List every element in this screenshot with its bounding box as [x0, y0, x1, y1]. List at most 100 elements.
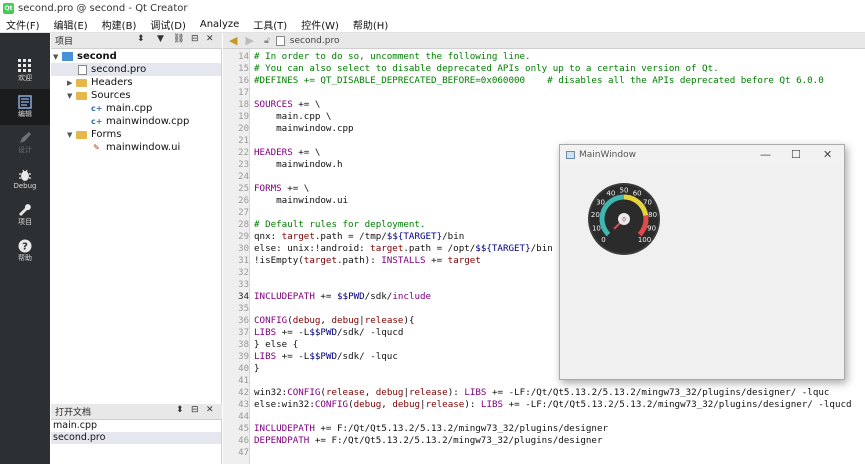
line-number: 19 [238, 112, 249, 122]
tree-item-second[interactable]: ▼ second [53, 50, 117, 63]
menu-edit[interactable]: 编辑(E) [54, 17, 88, 32]
chevron-down-icon[interactable]: ▼ [53, 53, 62, 61]
gauge-tick-label: 10 [592, 224, 601, 232]
line-number: 38 [238, 340, 249, 350]
gauge-tick-label: 20 [591, 211, 600, 219]
split-icon[interactable]: ⊟ [191, 34, 199, 44]
pro-file-icon [78, 64, 87, 75]
tree-item-mainwindow-ui[interactable]: ✎ mainwindow.ui [91, 141, 180, 154]
line-number: 14 [238, 52, 249, 62]
code-line: !isEmpty(target.path): INSTALLS += targe… [254, 255, 481, 266]
line-number: 44 [238, 412, 249, 422]
gauge-tick-label: 30 [596, 198, 605, 206]
menu-widgets[interactable]: 控件(W) [301, 17, 339, 32]
mode-edit[interactable]: 编辑 [0, 89, 50, 125]
chevron-down-icon[interactable]: ▼ [67, 131, 76, 139]
project-panel-title: 项目 [55, 37, 74, 47]
close-icon[interactable]: ✕ [823, 148, 832, 161]
line-number: 29 [238, 232, 249, 242]
mainwindow-title: MainWindow [579, 150, 636, 160]
chevron-right-icon[interactable]: ▶ [67, 79, 76, 87]
menu-file[interactable]: 文件(F) [6, 17, 40, 32]
menu-build[interactable]: 构建(B) [102, 17, 137, 32]
tree-item-label: mainwindow.ui [106, 142, 181, 153]
ui-file-icon: ✎ [93, 142, 100, 152]
close-icon[interactable]: ✕ [206, 405, 214, 415]
menu-tools[interactable]: 工具(T) [253, 17, 287, 32]
minimize-icon[interactable]: — [760, 148, 771, 161]
code-line: # In order to do so, uncomment the follo… [254, 51, 531, 62]
tree-item-forms[interactable]: ▼ Forms [67, 128, 121, 141]
close-icon[interactable]: ✕ [206, 34, 214, 44]
folder-icon [76, 131, 87, 139]
code-line: CONFIG(debug, debug|release){ [254, 315, 415, 326]
menu-help[interactable]: 帮助(H) [353, 17, 388, 32]
window-title: second.pro @ second - Qt Creator [18, 2, 188, 14]
gauge-tick-label: 70 [643, 198, 652, 206]
chevron-down-icon[interactable]: ⬍ [176, 405, 184, 415]
folder-icon [76, 79, 87, 87]
line-number: 28 [238, 220, 249, 230]
mode-design[interactable]: 设计 [0, 125, 50, 161]
tree-item-mainwindow-cpp[interactable]: c+ mainwindow.cpp [91, 115, 189, 128]
chevron-down-icon[interactable]: ▼ [67, 92, 76, 100]
line-number: 36 [238, 316, 249, 326]
open-doc-item[interactable]: second.pro [51, 432, 221, 444]
window-icon [566, 151, 575, 159]
open-doc-item[interactable]: main.cpp [51, 420, 221, 432]
bug-icon [19, 169, 31, 181]
mode-label: Debug [13, 182, 37, 190]
line-number: 17 [238, 88, 249, 98]
tree-item-second-pro[interactable]: second.pro [51, 63, 221, 76]
file-tab[interactable]: second.pro [290, 36, 340, 46]
grid-icon [18, 59, 31, 72]
code-line: else:win32:CONFIG(debug, debug|release):… [254, 399, 852, 410]
menu-debug[interactable]: 调试(D) [150, 17, 186, 32]
code-line: DEPENDPATH += F:/Qt/Qt5.13.2/5.13.2/ming… [254, 435, 603, 446]
tree-item-headers[interactable]: ▶ Headers [67, 76, 133, 89]
code-line: else: unix:!android: target.path = /opt/… [254, 243, 553, 254]
split-icon[interactable]: ⊟ [191, 405, 199, 415]
cpp-file-icon: c+ [91, 103, 103, 113]
code-line: mainwindow.h [254, 159, 343, 170]
tree-item-label: main.cpp [106, 103, 153, 114]
lock-icon: 🔓︎ [263, 35, 270, 46]
maximize-icon[interactable]: ☐ [791, 148, 801, 161]
mode-label: 欢迎 [18, 74, 32, 82]
menu-analyze[interactable]: Analyze [200, 19, 239, 30]
mode-welcome[interactable]: 欢迎 [0, 53, 50, 89]
mode-debug[interactable]: Debug [0, 161, 50, 197]
menu-bar: 文件(F) 编辑(E) 构建(B) 调试(D) Analyze 工具(T) 控件… [0, 16, 865, 33]
qt-creator-icon: Qt [3, 2, 14, 14]
line-number: 16 [238, 76, 249, 86]
back-icon[interactable]: ◀ [229, 34, 237, 47]
mode-projects[interactable]: 项目 [0, 197, 50, 233]
line-number: 35 [238, 304, 249, 314]
chevron-down-icon[interactable]: ⬍ [137, 34, 145, 44]
code-line: INCLUDEPATH += F:/Qt/Qt5.13.2/5.13.2/min… [254, 423, 609, 434]
code-line: # You can also select to disable depreca… [254, 63, 719, 74]
line-number: 34 [238, 292, 249, 302]
mode-label: 编辑 [18, 110, 32, 118]
line-number: 43 [238, 400, 249, 410]
code-line: #DEFINES += QT_DISABLE_DEPRECATED_BEFORE… [254, 75, 824, 86]
mode-label: 设计 [18, 146, 32, 154]
forward-icon[interactable]: ▶ [245, 34, 253, 47]
line-number: 20 [238, 124, 249, 134]
code-line: # Default rules for deployment. [254, 219, 426, 230]
pro-file-icon [275, 35, 285, 46]
project-tree: ▼ second second.pro ▶ Headers ▼ Sources … [51, 49, 222, 404]
gauge-value-label: 0 [622, 217, 626, 224]
edit-icon [18, 95, 32, 109]
mode-help[interactable]: ? 帮助 [0, 233, 50, 269]
tree-item-sources[interactable]: ▼ Sources [67, 89, 131, 102]
open-documents-header: 打开文档 ⬍ ⊟ ✕ [51, 404, 222, 420]
gauge-tick-label: 80 [648, 211, 657, 219]
line-number: 24 [238, 172, 249, 182]
tree-item-main-cpp[interactable]: c+ main.cpp [91, 102, 152, 115]
filter-icon[interactable]: ▼ [157, 34, 164, 44]
title-bar: Qt second.pro @ second - Qt Creator [0, 0, 865, 16]
mode-label: 帮助 [18, 254, 32, 262]
code-line: INCLUDEPATH += $$PWD/sdk/include [254, 291, 432, 302]
link-icon[interactable]: ⛓ [173, 34, 184, 44]
